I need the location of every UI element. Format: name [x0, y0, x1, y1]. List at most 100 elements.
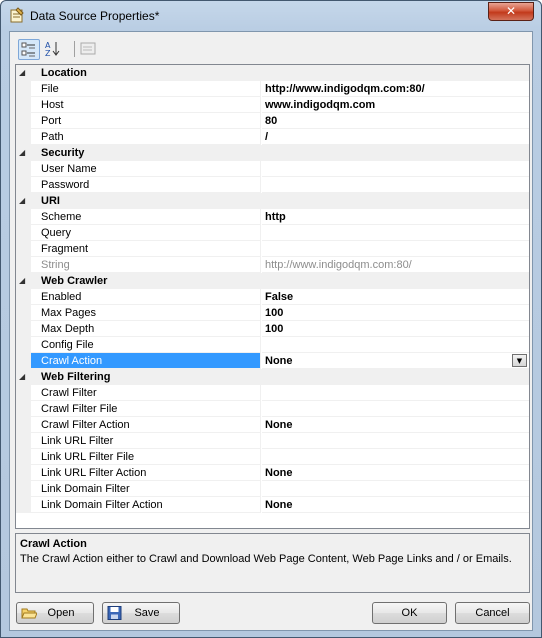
- row-gutter: [16, 497, 31, 513]
- property-row[interactable]: Crawl Action None ▼: [16, 353, 529, 369]
- property-value-cell[interactable]: [262, 433, 529, 449]
- property-value-cell[interactable]: http: [262, 209, 529, 225]
- property-name[interactable]: File: [31, 81, 261, 97]
- property-row[interactable]: Crawl Filter File: [16, 401, 529, 417]
- property-name[interactable]: Enabled: [31, 289, 261, 305]
- property-row[interactable]: User Name: [16, 161, 529, 177]
- property-row[interactable]: Link URL Filter: [16, 433, 529, 449]
- property-row[interactable]: Password: [16, 177, 529, 193]
- property-row[interactable]: Link URL Filter File: [16, 449, 529, 465]
- property-value-cell[interactable]: [262, 225, 529, 241]
- property-value-cell[interactable]: [262, 337, 529, 353]
- row-gutter: [16, 337, 31, 353]
- property-name[interactable]: User Name: [31, 161, 261, 177]
- property-value-cell[interactable]: [262, 385, 529, 401]
- property-value-cell[interactable]: None: [262, 465, 529, 481]
- property-value-cell[interactable]: /: [262, 129, 529, 145]
- property-name[interactable]: Scheme: [31, 209, 261, 225]
- property-value-cell[interactable]: None ▼: [262, 353, 529, 369]
- property-row[interactable]: String http://www.indigodqm.com:80/: [16, 257, 529, 273]
- property-name[interactable]: Max Depth: [31, 321, 261, 337]
- property-row[interactable]: Link Domain Filter Action None: [16, 497, 529, 513]
- category-row[interactable]: ◢ Security: [16, 145, 529, 161]
- row-gutter: [16, 257, 31, 273]
- property-value-cell[interactable]: [262, 401, 529, 417]
- ok-button[interactable]: OK: [372, 602, 447, 624]
- property-name[interactable]: Fragment: [31, 241, 261, 257]
- category-row[interactable]: ◢ URI: [16, 193, 529, 209]
- property-row[interactable]: Path /: [16, 129, 529, 145]
- row-gutter: [16, 161, 31, 177]
- property-name[interactable]: Crawl Filter Action: [31, 417, 261, 433]
- property-name[interactable]: Link URL Filter: [31, 433, 261, 449]
- property-name[interactable]: String: [31, 257, 261, 273]
- property-value-cell[interactable]: [262, 241, 529, 257]
- property-name[interactable]: Config File: [31, 337, 261, 353]
- dropdown-arrow-icon[interactable]: ▼: [512, 354, 527, 367]
- close-button[interactable]: ✕: [488, 2, 534, 21]
- title-bar[interactable]: Data Source Properties* ✕: [1, 1, 541, 29]
- property-row[interactable]: Max Pages 100: [16, 305, 529, 321]
- collapse-icon[interactable]: ◢: [19, 148, 28, 157]
- window-title: Data Source Properties*: [30, 9, 160, 23]
- property-row[interactable]: Query: [16, 225, 529, 241]
- property-row[interactable]: Port 80: [16, 113, 529, 129]
- property-name[interactable]: Crawl Filter: [31, 385, 261, 401]
- property-row[interactable]: Enabled False: [16, 289, 529, 305]
- category-row[interactable]: ◢ Web Filtering: [16, 369, 529, 385]
- property-value-cell[interactable]: http://www.indigodqm.com:80/: [262, 81, 529, 97]
- property-name[interactable]: Password: [31, 177, 261, 193]
- property-value-cell[interactable]: [262, 161, 529, 177]
- row-gutter: [16, 209, 31, 225]
- property-name[interactable]: Link URL Filter File: [31, 449, 261, 465]
- property-row[interactable]: Max Depth 100: [16, 321, 529, 337]
- property-name[interactable]: Crawl Action: [31, 353, 261, 369]
- property-value-cell[interactable]: False: [262, 289, 529, 305]
- property-name[interactable]: Link URL Filter Action: [31, 465, 261, 481]
- collapse-icon[interactable]: ◢: [19, 372, 28, 381]
- property-value: www.indigodqm.com: [265, 99, 376, 111]
- collapse-icon[interactable]: ◢: [19, 276, 28, 285]
- property-row[interactable]: Link Domain Filter: [16, 481, 529, 497]
- property-name[interactable]: Host: [31, 97, 261, 113]
- property-name[interactable]: Link Domain Filter Action: [31, 497, 261, 513]
- category-row[interactable]: ◢ Web Crawler: [16, 273, 529, 289]
- property-row[interactable]: Scheme http: [16, 209, 529, 225]
- cancel-button[interactable]: Cancel: [455, 602, 530, 624]
- property-value-cell[interactable]: [262, 177, 529, 193]
- property-value-cell[interactable]: [262, 449, 529, 465]
- property-row[interactable]: Host www.indigodqm.com: [16, 97, 529, 113]
- property-pages-button[interactable]: [78, 39, 100, 60]
- property-value-cell[interactable]: 80: [262, 113, 529, 129]
- property-name[interactable]: Query: [31, 225, 261, 241]
- collapse-icon[interactable]: ◢: [19, 196, 28, 205]
- category-row[interactable]: ◢ Location: [16, 65, 529, 81]
- property-value-cell[interactable]: 100: [262, 321, 529, 337]
- save-button-label: Save: [134, 607, 160, 619]
- property-row[interactable]: Crawl Filter Action None: [16, 417, 529, 433]
- property-value-cell[interactable]: 100: [262, 305, 529, 321]
- property-name[interactable]: Port: [31, 113, 261, 129]
- property-row[interactable]: Fragment: [16, 241, 529, 257]
- categorized-button[interactable]: [18, 39, 40, 60]
- property-grid[interactable]: ◢ Location File http://www.indigodqm.com:80…: [15, 64, 530, 529]
- help-title: Crawl Action: [20, 538, 87, 550]
- alphabetical-button[interactable]: A Z: [43, 39, 65, 60]
- property-row[interactable]: Link URL Filter Action None: [16, 465, 529, 481]
- save-button[interactable]: Save: [102, 602, 180, 624]
- property-row[interactable]: File http://www.indigodqm.com:80/: [16, 81, 529, 97]
- property-row[interactable]: Crawl Filter: [16, 385, 529, 401]
- property-name[interactable]: Path: [31, 129, 261, 145]
- property-name[interactable]: Crawl Filter File: [31, 401, 261, 417]
- property-value-cell[interactable]: None: [262, 497, 529, 513]
- collapse-icon[interactable]: ◢: [19, 68, 28, 77]
- property-value-cell[interactable]: http://www.indigodqm.com:80/: [262, 257, 529, 273]
- open-button[interactable]: Open: [16, 602, 94, 624]
- property-row[interactable]: Config File: [16, 337, 529, 353]
- property-name[interactable]: Link Domain Filter: [31, 481, 261, 497]
- open-button-label: Open: [47, 607, 75, 619]
- property-name[interactable]: Max Pages: [31, 305, 261, 321]
- property-value-cell[interactable]: None: [262, 417, 529, 433]
- property-value-cell[interactable]: www.indigodqm.com: [262, 97, 529, 113]
- property-value-cell[interactable]: [262, 481, 529, 497]
